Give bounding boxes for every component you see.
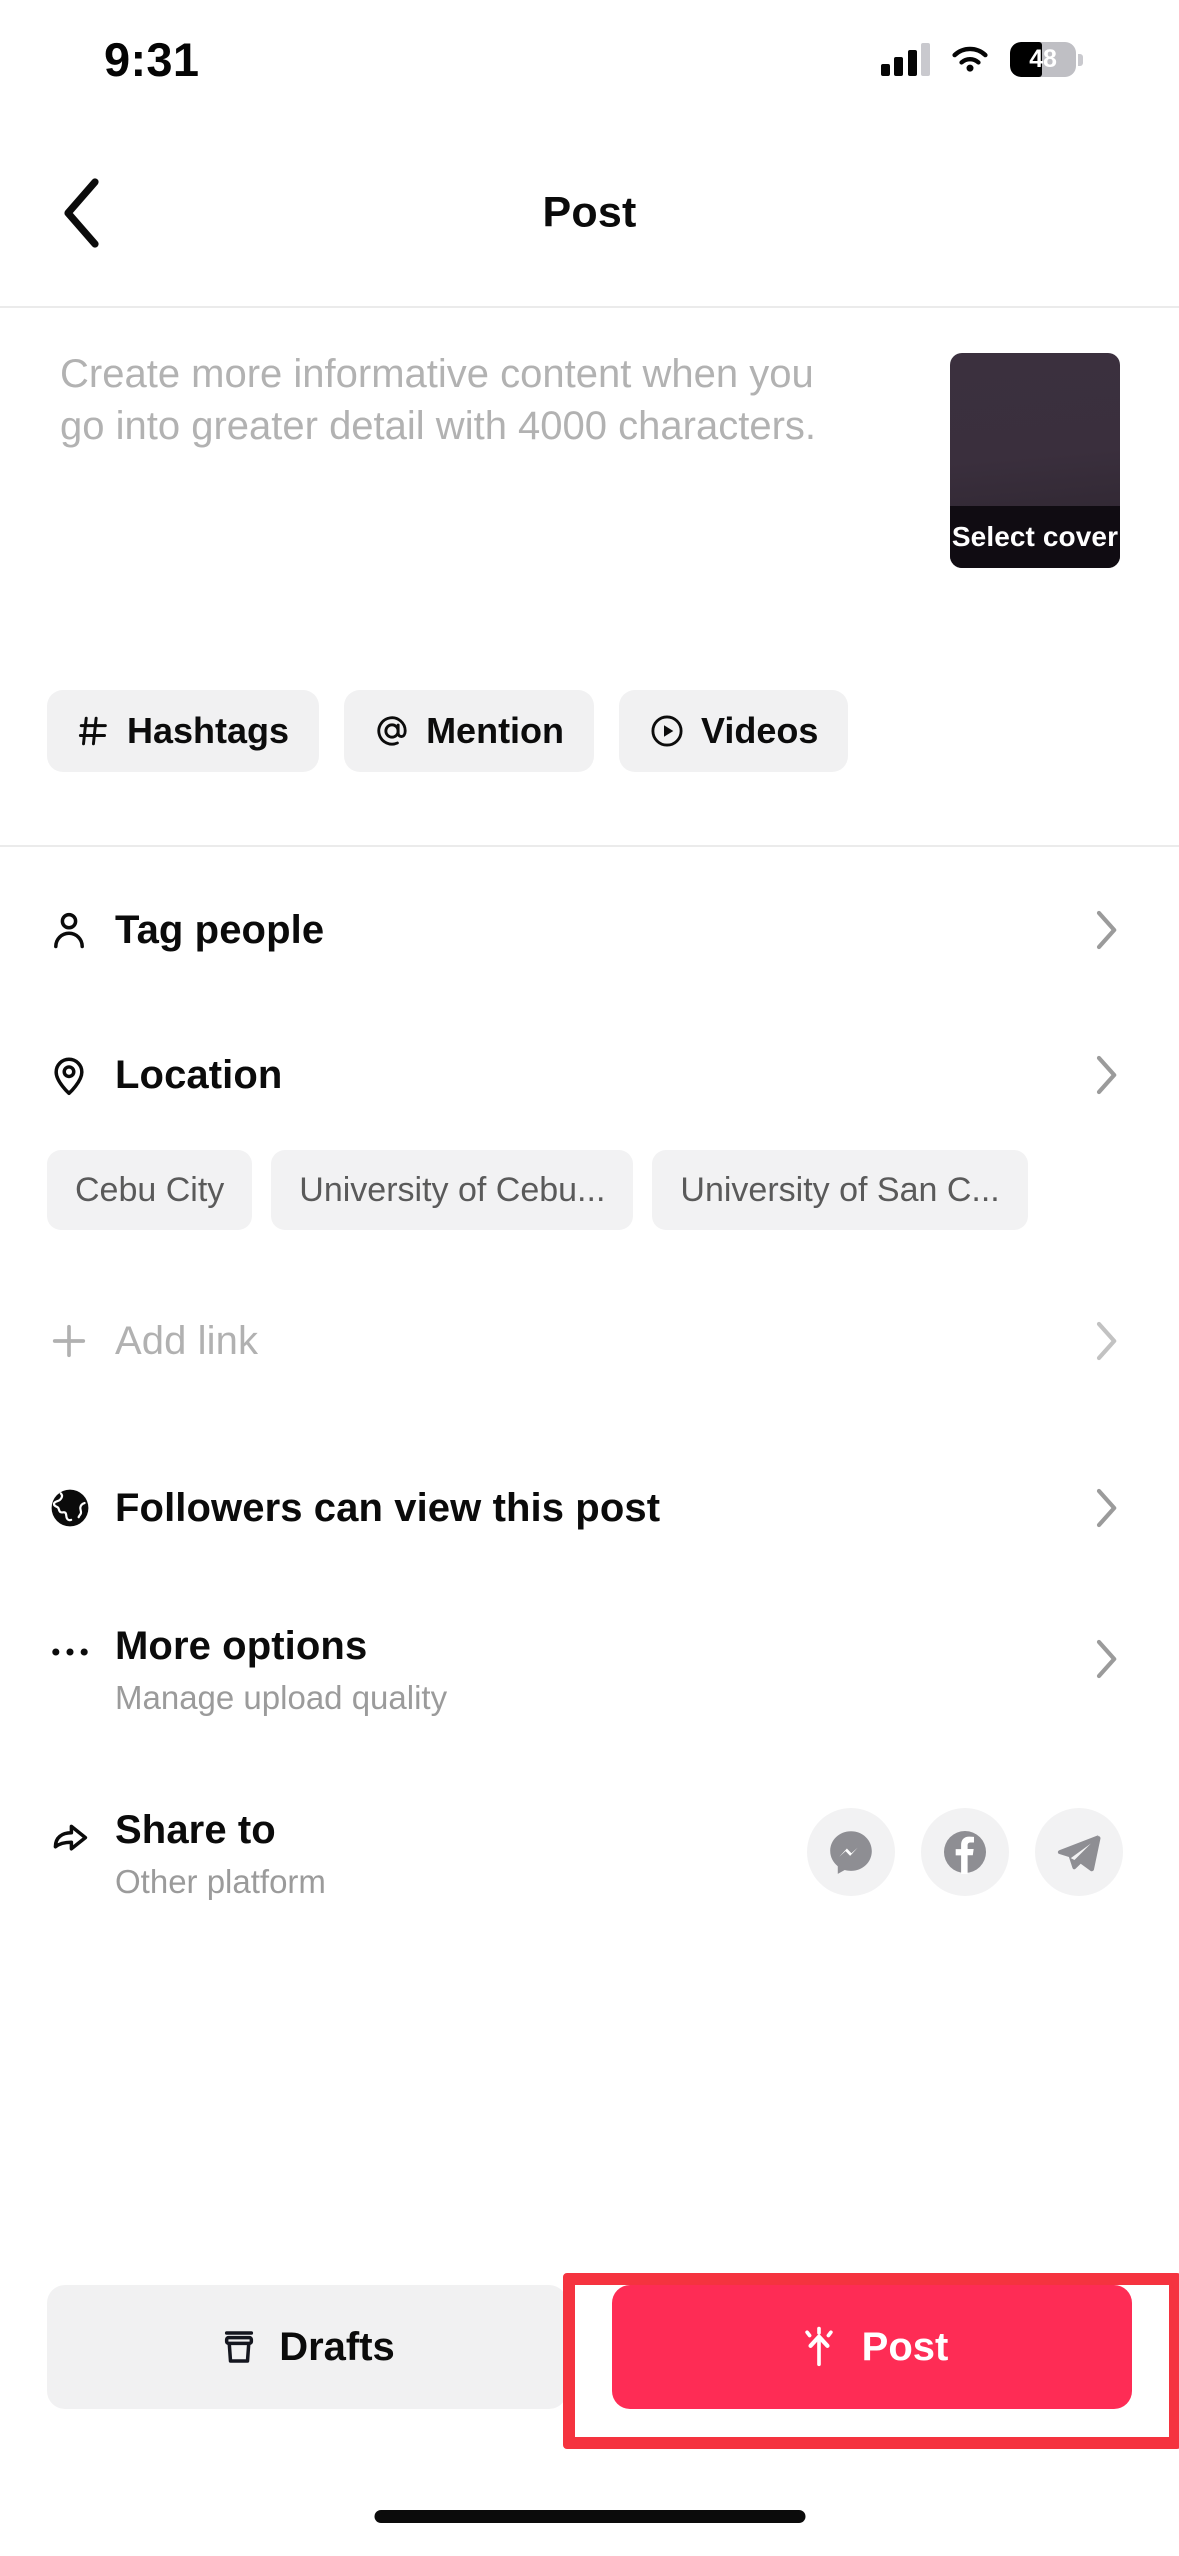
play-circle-icon — [649, 713, 685, 749]
location-label: Location — [115, 1052, 283, 1097]
drafts-button[interactable]: Drafts — [47, 2285, 567, 2409]
privacy-row[interactable]: Followers can view this post — [0, 1422, 1179, 1594]
mention-chip[interactable]: Mention — [344, 690, 595, 772]
navigation-bar: Post — [0, 118, 1179, 308]
tiktok-post-screen: 9:31 48 Post Create more informative con… — [0, 0, 1179, 2556]
location-suggestion-row: Cebu City University of Cebu... Universi… — [0, 1150, 1179, 1260]
chevron-right-icon — [1091, 909, 1123, 951]
hashtags-chip-label: Hashtags — [127, 710, 290, 751]
add-link-label: Add link — [115, 1318, 259, 1363]
share-targets — [807, 1808, 1123, 1896]
status-bar-indicators: 48 — [880, 41, 1083, 77]
chevron-right-icon — [1091, 1638, 1123, 1680]
facebook-icon[interactable] — [921, 1808, 1009, 1896]
mention-chip-label: Mention — [426, 710, 565, 751]
location-suggestion-chip[interactable]: University of San C... — [652, 1150, 1028, 1230]
page-title: Post — [542, 188, 637, 237]
quick-insert-chip-row: Hashtags Mention Videos — [0, 690, 1179, 800]
share-to-row[interactable]: Share to Other platform — [0, 1780, 1179, 1960]
location-pin-icon — [47, 1053, 115, 1097]
globe-icon — [47, 1485, 115, 1531]
tag-people-label: Tag people — [115, 907, 325, 952]
chevron-right-icon — [1091, 1320, 1123, 1362]
share-to-label: Share to — [115, 1808, 276, 1852]
tag-people-row[interactable]: Tag people — [0, 860, 1179, 1000]
location-suggestion-chip[interactable]: University of Cebu... — [271, 1150, 634, 1230]
share-arrow-icon — [47, 1808, 115, 1864]
post-options-list: Tag people Location Cebu City University… — [0, 860, 1179, 1960]
person-icon — [47, 908, 115, 952]
battery-percent-label: 48 — [1029, 44, 1057, 73]
share-to-subtitle: Other platform — [115, 1863, 326, 1900]
at-sign-icon — [374, 713, 410, 749]
messenger-icon[interactable] — [807, 1808, 895, 1896]
ellipsis-icon — [47, 1624, 115, 1680]
wifi-icon — [952, 46, 988, 72]
more-options-subtitle: Manage upload quality — [115, 1679, 448, 1716]
location-suggestion-label: University of San C... — [680, 1170, 1000, 1209]
videos-chip-label: Videos — [701, 710, 819, 751]
status-bar-time: 9:31 — [104, 32, 200, 86]
location-suggestion-chip[interactable]: Cebu City — [47, 1150, 253, 1230]
hashtags-chip[interactable]: Hashtags — [47, 690, 320, 772]
more-options-row[interactable]: More options Manage upload quality — [0, 1594, 1179, 1780]
add-link-row[interactable]: Add link — [0, 1260, 1179, 1422]
status-bar: 9:31 48 — [0, 0, 1179, 118]
location-suggestion-label: Cebu City — [75, 1170, 225, 1209]
header-divider — [0, 306, 1179, 308]
archive-box-icon — [225, 2331, 254, 2363]
select-cover-thumbnail[interactable]: Select cover — [950, 353, 1120, 568]
videos-chip[interactable]: Videos — [619, 690, 849, 772]
select-cover-label: Select cover — [950, 506, 1120, 568]
caption-section: Create more informative content when you… — [0, 310, 1179, 690]
telegram-icon[interactable] — [1035, 1808, 1123, 1896]
location-suggestion-label: University of Cebu... — [299, 1170, 606, 1209]
post-button-label: Post — [861, 2324, 949, 2369]
caption-input[interactable]: Create more informative content when you… — [60, 348, 850, 452]
privacy-label: Followers can view this post — [115, 1485, 661, 1530]
cellular-signal-icon — [880, 42, 930, 76]
location-row[interactable]: Location — [0, 1000, 1179, 1150]
chevron-right-icon — [1091, 1487, 1123, 1529]
more-options-label: More options — [115, 1624, 368, 1668]
sparkle-arrow-up-icon — [804, 2326, 833, 2367]
bottom-action-bar: Drafts Post — [0, 2267, 1179, 2427]
plus-icon — [47, 1319, 115, 1363]
hashtag-icon — [77, 714, 111, 748]
chevron-right-icon — [1091, 1054, 1123, 1096]
drafts-button-label: Drafts — [279, 2324, 395, 2369]
battery-icon: 48 — [1010, 41, 1083, 77]
post-button[interactable]: Post — [612, 2285, 1132, 2409]
chiprow-divider — [0, 845, 1179, 847]
home-indicator — [374, 2510, 805, 2523]
